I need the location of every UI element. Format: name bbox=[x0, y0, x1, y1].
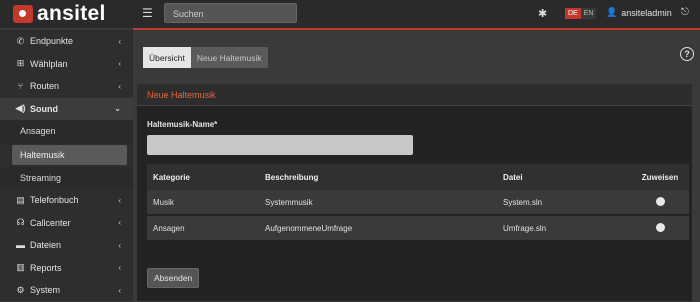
user-icon: 👤 bbox=[606, 7, 618, 17]
brand-logo[interactable]: ansitel bbox=[0, 0, 133, 28]
sidebar-item-routen[interactable]: ⑂ Routen ‹ bbox=[0, 75, 133, 98]
cell-beschreibung: AufgenommeneUmfrage bbox=[265, 223, 353, 233]
menu-toggle-icon[interactable]: ☰ bbox=[142, 7, 153, 19]
sidebar-item-telefonbuch[interactable]: ▤ Telefonbuch ‹ bbox=[0, 189, 133, 212]
sidebar-item-endpunkte[interactable]: ✆ Endpunkte ‹ bbox=[0, 30, 133, 53]
files-table: Kategorie Beschreibung Datei Zuweisen Mu… bbox=[147, 164, 689, 242]
cell-beschreibung: Systemmusik bbox=[265, 197, 313, 207]
sidebar-item-sound[interactable]: ◀) Sound ⌄ bbox=[0, 97, 133, 120]
haltemusik-name-label: Haltemusik-Name* bbox=[147, 120, 218, 129]
headset-icon: ☊ bbox=[16, 217, 25, 228]
chevron-down-icon: ⌄ bbox=[114, 104, 121, 114]
chevron-left-icon: ‹ bbox=[118, 285, 121, 295]
assign-cell bbox=[631, 222, 689, 234]
cell-datei: System.sln bbox=[503, 197, 543, 207]
assign-cell bbox=[631, 196, 689, 208]
sidebar-item-label: Wählplan bbox=[30, 58, 68, 69]
username-label: ansiteladmin bbox=[621, 7, 672, 18]
sidebar: ✆ Endpunkte ‹ ⊞ Wählplan ‹ ⑂ Routen ‹ ◀)… bbox=[0, 30, 133, 301]
sidebar-item-label: Endpunkte bbox=[30, 36, 74, 47]
column-header-beschreibung: Beschreibung bbox=[265, 172, 319, 182]
sidebar-subitem-haltemusik[interactable]: Haltemusik bbox=[12, 144, 127, 165]
column-header-datei: Datei bbox=[503, 172, 523, 182]
table-row: Musik Systemmusik System.sln bbox=[147, 190, 689, 216]
sidebar-subitem-streaming[interactable]: Streaming bbox=[0, 166, 133, 189]
assign-radio[interactable] bbox=[655, 222, 665, 232]
lang-en-button[interactable]: EN bbox=[580, 8, 597, 19]
sidebar-item-label: Routen bbox=[30, 81, 60, 92]
panel-title: Neue Haltemusik bbox=[137, 84, 692, 106]
lang-de-button[interactable]: DE bbox=[565, 8, 581, 19]
chevron-left-icon: ‹ bbox=[118, 81, 121, 91]
haltemusik-name-input[interactable] bbox=[147, 135, 413, 155]
language-switch[interactable]: DE EN bbox=[565, 8, 597, 19]
chevron-left-icon: ‹ bbox=[118, 263, 121, 273]
brand-name: ansitel bbox=[37, 2, 106, 25]
sidebar-item-label: Reports bbox=[30, 262, 62, 273]
chevron-left-icon: ‹ bbox=[118, 218, 121, 228]
tab-bar: Übersicht Neue Haltemusik bbox=[143, 47, 268, 68]
assign-radio[interactable] bbox=[655, 196, 665, 206]
user-menu[interactable]: 👤 ansiteladmin bbox=[606, 7, 672, 18]
column-header-zuweisen: Zuweisen bbox=[641, 172, 679, 182]
cell-kategorie: Ansagen bbox=[153, 223, 185, 233]
table-header-row: Kategorie Beschreibung Datei Zuweisen bbox=[147, 164, 689, 190]
cogs-icon: ⚙ bbox=[16, 284, 25, 295]
sidebar-item-label: System bbox=[30, 285, 61, 296]
help-icon[interactable]: ? bbox=[680, 47, 694, 61]
sidebar-subitem-ansagen[interactable]: Ansagen bbox=[0, 120, 133, 143]
table-row: Ansagen AufgenommeneUmfrage Umfrage.sln bbox=[147, 216, 689, 242]
sitemap-icon: ⊞ bbox=[16, 58, 25, 69]
chevron-left-icon: ‹ bbox=[118, 240, 121, 250]
sidebar-item-label: Callcenter bbox=[30, 217, 71, 228]
form-panel: Neue Haltemusik Haltemusik-Name* Kategor… bbox=[137, 84, 692, 301]
tab-uebersicht[interactable]: Übersicht bbox=[143, 47, 191, 68]
chevron-left-icon: ‹ bbox=[118, 59, 121, 69]
settings-gear-icon[interactable]: ✱ bbox=[538, 7, 547, 20]
phone-icon: ✆ bbox=[16, 35, 25, 46]
route-icon: ⑂ bbox=[17, 81, 24, 92]
tab-neue-haltemusik[interactable]: Neue Haltemusik bbox=[190, 47, 268, 68]
sidebar-item-label: Dateien bbox=[30, 240, 62, 251]
sidebar-item-label: Telefonbuch bbox=[30, 195, 79, 206]
folder-icon: ▬ bbox=[16, 240, 25, 251]
volume-icon: ◀) bbox=[15, 103, 26, 114]
chart-icon: ▥ bbox=[16, 262, 25, 273]
chevron-left-icon: ‹ bbox=[118, 36, 121, 46]
addressbook-icon: ▤ bbox=[16, 194, 25, 205]
logo-icon bbox=[13, 5, 33, 23]
sidebar-item-dateien[interactable]: ▬ Dateien ‹ bbox=[0, 234, 133, 257]
sidebar-item-label: Sound bbox=[30, 103, 58, 114]
sidebar-item-system[interactable]: ⚙ System ‹ bbox=[0, 279, 133, 302]
sidebar-item-callcenter[interactable]: ☊ Callcenter ‹ bbox=[0, 212, 133, 235]
cell-kategorie: Musik bbox=[153, 197, 174, 207]
search-input[interactable]: Suchen bbox=[164, 3, 297, 23]
chevron-left-icon: ‹ bbox=[118, 195, 121, 205]
logout-icon[interactable]: ⎋ bbox=[681, 7, 689, 18]
main-content: Übersicht Neue Haltemusik ? Neue Haltemu… bbox=[133, 30, 700, 301]
cell-datei: Umfrage.sln bbox=[503, 223, 547, 233]
submit-button[interactable]: Absenden bbox=[147, 268, 200, 288]
sidebar-item-reports[interactable]: ▥ Reports ‹ bbox=[0, 257, 133, 280]
sidebar-item-waehlplan[interactable]: ⊞ Wählplan ‹ bbox=[0, 53, 133, 76]
column-header-kategorie: Kategorie bbox=[153, 172, 190, 182]
